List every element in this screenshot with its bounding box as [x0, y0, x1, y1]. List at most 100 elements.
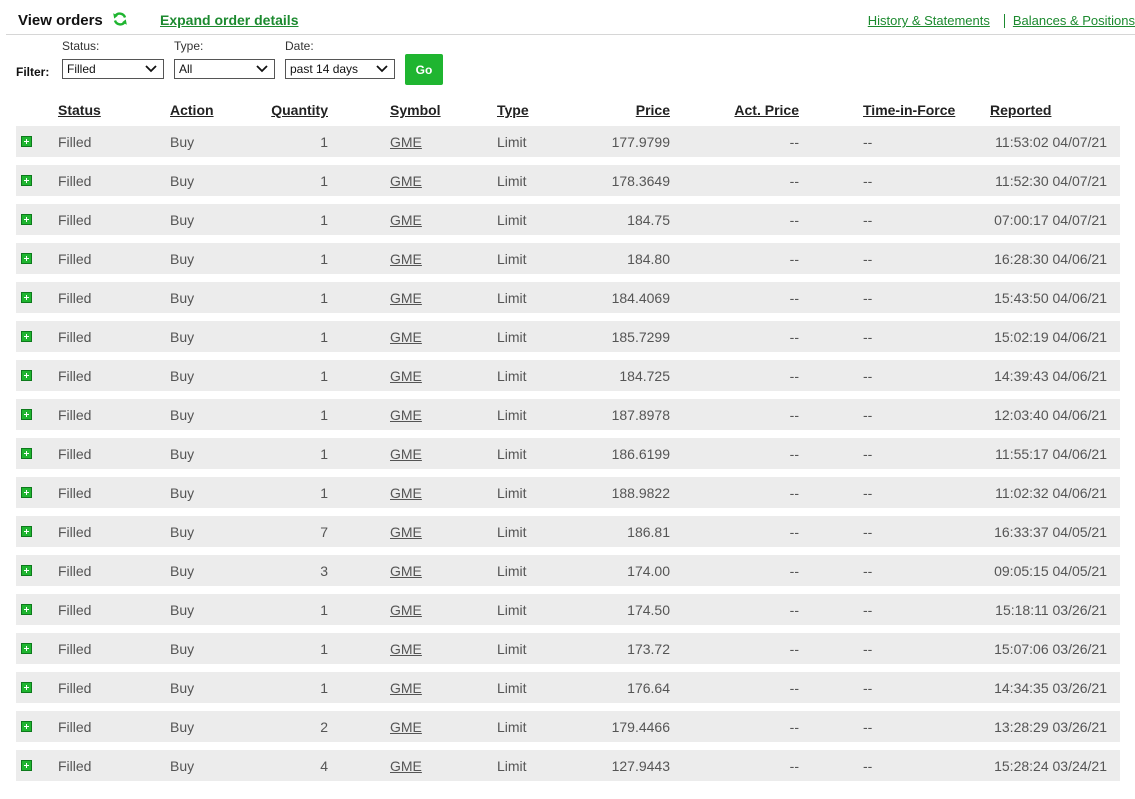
order-time-in-force: -- [863, 446, 873, 462]
expand-plus-icon[interactable] [21, 292, 32, 303]
column-header-quantity[interactable]: Quantity [271, 102, 328, 118]
order-symbol-link[interactable]: GME [390, 290, 422, 306]
order-symbol-link[interactable]: GME [390, 329, 422, 345]
expand-plus-icon[interactable] [21, 214, 32, 225]
order-quantity: 4 [320, 758, 328, 774]
expand-plus-icon[interactable] [21, 487, 32, 498]
order-action: Buy [170, 641, 195, 657]
order-type: Limit [497, 524, 527, 540]
order-status: Filled [58, 368, 92, 384]
order-status: Filled [58, 251, 92, 267]
order-symbol-link[interactable]: GME [390, 212, 422, 228]
column-header-status[interactable]: Status [58, 102, 101, 118]
table-header: Status Action Quantity Symbol Type Price… [16, 102, 1120, 122]
order-type: Limit [497, 680, 527, 696]
top-links: History & Statements Balances & Position… [868, 13, 1135, 28]
column-header-act-price[interactable]: Act. Price [734, 102, 799, 118]
order-symbol-link[interactable]: GME [390, 485, 422, 501]
order-quantity: 3 [320, 563, 328, 579]
expand-plus-icon[interactable] [21, 565, 32, 576]
order-symbol-link[interactable]: GME [390, 719, 422, 735]
refresh-icon[interactable] [112, 11, 128, 27]
expand-plus-icon[interactable] [21, 760, 32, 771]
column-header-action[interactable]: Action [170, 102, 214, 118]
order-action: Buy [170, 485, 195, 501]
order-symbol-link[interactable]: GME [390, 641, 422, 657]
expand-plus-icon[interactable] [21, 721, 32, 732]
order-symbol-link[interactable]: GME [390, 173, 422, 189]
history-statements-link[interactable]: History & Statements [868, 13, 990, 28]
order-time-in-force: -- [863, 719, 873, 735]
top-bar: View orders Expand order details History… [6, 0, 1135, 35]
order-status: Filled [58, 563, 92, 579]
table-row: Filled Buy 3 GME Limit 174.00 -- -- 09:05:15 04/… [16, 555, 1120, 586]
expand-plus-icon[interactable] [21, 682, 32, 693]
order-price: 174.50 [627, 602, 670, 618]
order-quantity: 1 [320, 251, 328, 267]
expand-plus-icon[interactable] [21, 526, 32, 537]
expand-plus-icon[interactable] [21, 448, 32, 459]
order-symbol-link[interactable]: GME [390, 134, 422, 150]
balances-positions-link[interactable]: Balances & Positions [1013, 13, 1135, 28]
order-time-in-force: -- [863, 680, 873, 696]
order-type: Limit [497, 212, 527, 228]
expand-plus-icon[interactable] [21, 331, 32, 342]
order-status: Filled [58, 602, 92, 618]
order-reported: 15:28:24 03/24/21 [994, 758, 1107, 774]
expand-plus-icon[interactable] [21, 136, 32, 147]
order-action: Buy [170, 446, 195, 462]
order-status: Filled [58, 719, 92, 735]
expand-plus-icon[interactable] [21, 253, 32, 264]
order-time-in-force: -- [863, 212, 873, 228]
order-symbol-link[interactable]: GME [390, 368, 422, 384]
column-header-price[interactable]: Price [636, 102, 670, 118]
order-symbol-link[interactable]: GME [390, 680, 422, 696]
go-button[interactable]: Go [405, 54, 443, 85]
order-act-price: -- [789, 758, 799, 774]
order-action: Buy [170, 758, 195, 774]
table-row: Filled Buy 1 GME Limit 174.50 -- -- 15:18:11 03/… [16, 594, 1120, 625]
expand-plus-icon[interactable] [21, 175, 32, 186]
order-symbol-link[interactable]: GME [390, 524, 422, 540]
expand-plus-icon[interactable] [21, 370, 32, 381]
order-status: Filled [58, 173, 92, 189]
table-row: Filled Buy 1 GME Limit 184.80 -- -- 16:28:30 04/… [16, 243, 1120, 274]
table-row: Filled Buy 4 GME Limit 127.9443 -- -- 15:28:24 0… [16, 750, 1120, 781]
column-header-time-in-force[interactable]: Time-in-Force [863, 102, 955, 118]
expand-plus-icon[interactable] [21, 409, 32, 420]
order-type: Limit [497, 602, 527, 618]
order-quantity: 1 [320, 329, 328, 345]
order-type: Limit [497, 407, 527, 423]
table-row: Filled Buy 1 GME Limit 185.7299 -- -- 15:02:19 0… [16, 321, 1120, 352]
order-action: Buy [170, 173, 195, 189]
order-symbol-link[interactable]: GME [390, 602, 422, 618]
order-symbol-link[interactable]: GME [390, 407, 422, 423]
date-select[interactable]: past 14 days [285, 59, 395, 79]
expand-order-details-link[interactable]: Expand order details [160, 12, 298, 28]
type-select[interactable]: All [174, 59, 275, 79]
order-symbol-link[interactable]: GME [390, 251, 422, 267]
expand-plus-icon[interactable] [21, 604, 32, 615]
order-symbol-link[interactable]: GME [390, 446, 422, 462]
order-symbol-link[interactable]: GME [390, 758, 422, 774]
order-act-price: -- [789, 524, 799, 540]
order-action: Buy [170, 329, 195, 345]
order-type: Limit [497, 719, 527, 735]
status-select[interactable]: Filled [62, 59, 164, 79]
order-time-in-force: -- [863, 329, 873, 345]
order-action: Buy [170, 680, 195, 696]
table-row: Filled Buy 2 GME Limit 179.4466 -- -- 13:28:29 0… [16, 711, 1120, 742]
expand-plus-icon[interactable] [21, 643, 32, 654]
column-header-type[interactable]: Type [497, 102, 529, 118]
column-header-symbol[interactable]: Symbol [390, 102, 441, 118]
order-time-in-force: -- [863, 485, 873, 501]
order-price: 184.4069 [611, 290, 670, 306]
order-time-in-force: -- [863, 407, 873, 423]
chevron-down-icon [145, 65, 157, 73]
order-act-price: -- [789, 329, 799, 345]
order-price: 173.72 [627, 641, 670, 657]
order-type: Limit [497, 251, 527, 267]
order-symbol-link[interactable]: GME [390, 563, 422, 579]
column-header-reported[interactable]: Reported [990, 102, 1051, 118]
order-act-price: -- [789, 446, 799, 462]
